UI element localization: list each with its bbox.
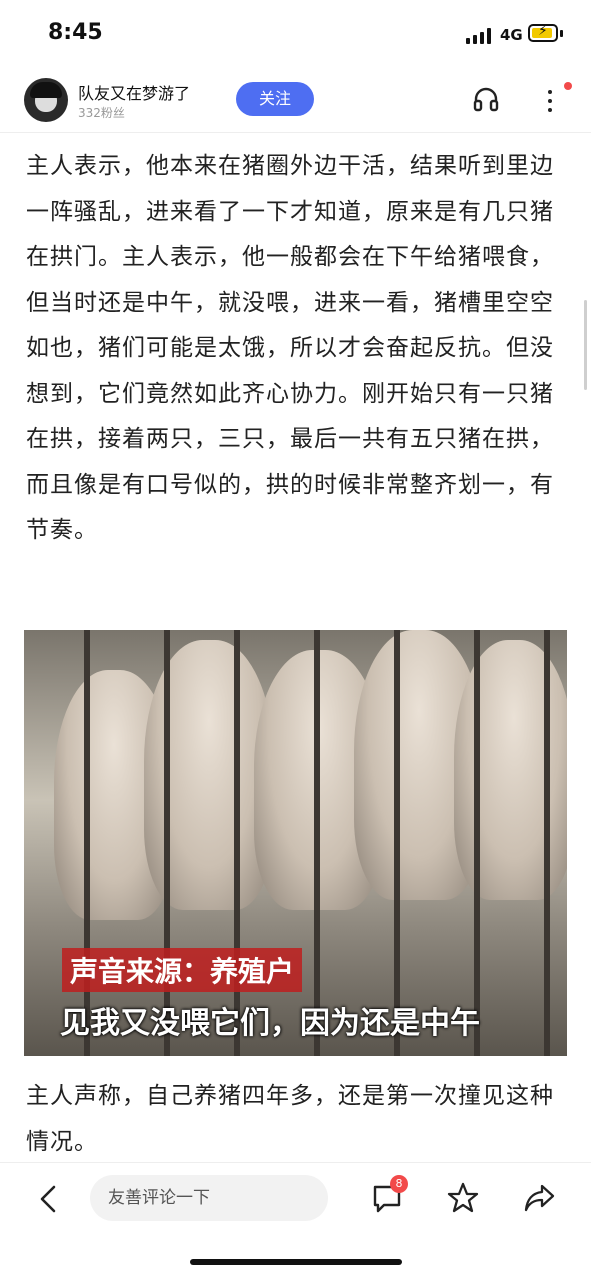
status-time: 8:45 — [48, 20, 103, 45]
notification-dot — [564, 82, 572, 90]
home-indicator[interactable] — [190, 1259, 402, 1265]
image-caption-source: 声音来源：养殖户 — [62, 948, 303, 992]
battery-icon: ⚡ — [528, 23, 558, 42]
bottom-action-bar: 友善评论一下 8 — [0, 1162, 591, 1281]
scrollbar[interactable] — [584, 300, 587, 390]
article-paragraph: 主人表示，他本来在猪圈外边干活，结果听到里边一阵骚乱，进来看了一下才知道，原来是… — [26, 153, 554, 543]
status-bar: 8:45 4G ⚡ — [0, 0, 591, 70]
signal-icon — [466, 28, 494, 44]
image-caption-subtitle: 见我又没喂它们，因为还是中午 — [60, 1006, 480, 1041]
back-icon[interactable] — [36, 1183, 60, 1215]
article-paragraph: 主人声称，自己养猪四年多，还是第一次撞见这种情况。 — [26, 1083, 554, 1155]
follower-count: 332粉丝 — [78, 106, 125, 120]
comment-input[interactable]: 友善评论一下 — [90, 1175, 328, 1221]
avatar[interactable] — [24, 78, 68, 122]
battery-cap — [560, 30, 563, 37]
article-image[interactable]: 声音来源：养殖户 见我又没喂它们，因为还是中午 — [24, 630, 567, 1056]
headphones-icon[interactable] — [472, 86, 500, 114]
network-type: 4G — [500, 26, 523, 44]
follow-button[interactable]: 关注 — [236, 82, 314, 116]
more-icon[interactable] — [540, 82, 572, 118]
star-icon[interactable] — [446, 1181, 480, 1215]
comment-count-badge: 8 — [390, 1175, 408, 1193]
article-header: 队友又在梦游了 332粉丝 关注 — [0, 70, 591, 133]
author-name[interactable]: 队友又在梦游了 — [78, 80, 190, 104]
share-icon[interactable] — [522, 1181, 556, 1215]
